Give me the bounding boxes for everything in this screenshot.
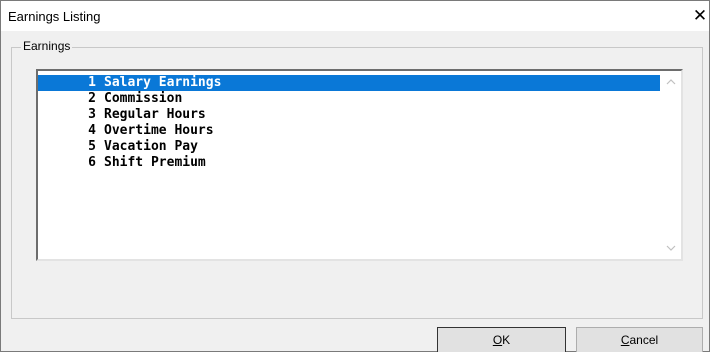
close-icon[interactable]: ✕ [691, 6, 709, 26]
cancel-label-rest: ancel [629, 333, 659, 347]
list-item[interactable]: 3 Regular Hours [38, 107, 660, 123]
item-label: Overtime Hours [104, 123, 214, 138]
item-label: Salary Earnings [104, 75, 222, 90]
ok-mnemonic: O [492, 333, 503, 347]
window-title: Earnings Listing [8, 9, 101, 24]
earnings-group-label: Earnings [21, 39, 73, 53]
item-number: 6 [88, 155, 96, 170]
item-label: Regular Hours [104, 107, 206, 122]
list-item[interactable]: 4 Overtime Hours [38, 123, 660, 139]
item-label: Vacation Pay [104, 139, 198, 154]
list-item[interactable]: 1 Salary Earnings [38, 75, 660, 91]
item-number: 3 [88, 107, 96, 122]
earnings-listing-dialog: Earnings Listing ✕ Earnings 1 Salary Earn… [0, 0, 710, 352]
list-item[interactable]: 2 Commission [38, 91, 660, 107]
title-bar[interactable]: Earnings Listing ✕ [1, 1, 709, 31]
item-label: Shift Premium [104, 155, 206, 170]
earnings-list: 1 Salary Earnings 2 Commission 3 Regular Ho… [38, 75, 660, 171]
scroll-down-icon[interactable] [666, 243, 676, 253]
ok-label-rest: K [502, 333, 511, 347]
ok-button[interactable]: OK [437, 327, 566, 352]
item-label: Commission [104, 91, 183, 106]
item-number: 1 [88, 75, 96, 90]
scroll-up-icon[interactable] [666, 77, 676, 87]
list-item[interactable]: 6 Shift Premium [38, 155, 660, 171]
item-number: 5 [88, 139, 96, 154]
vertical-scrollbar[interactable] [661, 71, 681, 259]
item-number: 4 [88, 123, 96, 138]
item-number: 2 [88, 91, 96, 106]
list-item[interactable]: 5 Vacation Pay [38, 139, 660, 155]
earnings-listbox[interactable]: 1 Salary Earnings 2 Commission 3 Regular Ho… [36, 69, 683, 261]
cancel-button[interactable]: Cancel [576, 327, 703, 352]
